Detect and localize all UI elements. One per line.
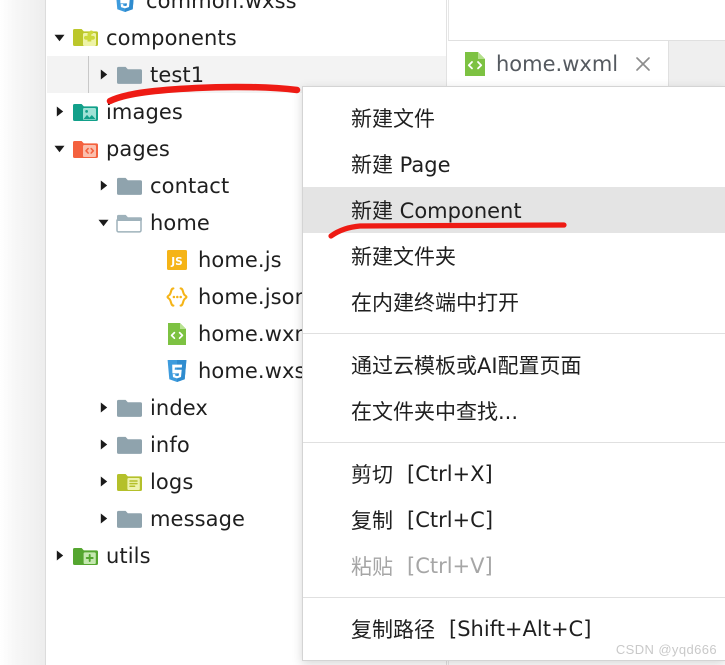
folder-plain-icon [114, 396, 144, 420]
chevron-right-icon[interactable] [92, 475, 114, 488]
menu-item-label: 在内建终端中打开 [351, 291, 519, 315]
chevron-down-icon[interactable] [48, 31, 70, 44]
tree-item-label: home.json [198, 284, 309, 309]
chevron-down-icon[interactable] [48, 142, 70, 155]
csdn-watermark: CSDN @yqd666 [615, 642, 717, 657]
chevron-right-icon[interactable] [48, 549, 70, 562]
folder-plain-icon [114, 63, 144, 87]
chevron-right-icon[interactable] [48, 105, 70, 118]
tree-item-label: info [150, 432, 190, 457]
menu-separator [303, 442, 725, 443]
menu-item-3-2[interactable]: 复制 [Ctrl+C] [303, 497, 725, 543]
menu-item-label: 粘贴 [351, 555, 393, 579]
tree-item-label: message [150, 506, 246, 531]
menu-item-label: 复制 [351, 509, 393, 533]
folder-plain-icon [114, 433, 144, 457]
chevron-right-icon[interactable] [92, 179, 114, 192]
menu-item-label: 通过云模板或AI配置页面 [351, 354, 582, 378]
tree-item-label: pages [106, 136, 170, 161]
menu-item-label: 新建文件夹 [351, 245, 456, 269]
chevron-right-icon[interactable] [92, 438, 114, 451]
menu-item-label: 在文件夹中查找... [351, 400, 519, 424]
menu-item-shortcut: [Ctrl+X] [407, 462, 493, 486]
tree-item-label: home [150, 210, 210, 235]
folder-components-icon [70, 26, 100, 50]
folder-images-icon [70, 100, 100, 124]
tree-item-label: home.wxss [198, 358, 317, 383]
wxml-file-icon [162, 322, 192, 346]
tree-item-label: utils [106, 543, 151, 568]
menu-item-shortcut: [Ctrl+V] [407, 554, 493, 578]
menu-item-1-3[interactable]: 新建 Component [303, 187, 725, 233]
menu-item-2-1[interactable]: 通过云模板或AI配置页面 [303, 342, 725, 388]
menu-item-3-3: 粘贴 [Ctrl+V] [303, 543, 725, 589]
chevron-right-icon[interactable] [92, 68, 114, 81]
menu-item-label: 复制路径 [351, 618, 435, 642]
tree-item-components[interactable]: components [47, 19, 446, 56]
close-icon[interactable] [630, 51, 656, 77]
folder-open-icon [114, 211, 144, 235]
menu-item-1-2[interactable]: 新建 Page [303, 141, 725, 187]
chevron-down-icon[interactable] [92, 216, 114, 229]
editor-tab-label: home.wxml [496, 52, 619, 76]
menu-item-shortcut: [Shift+Alt+C] [449, 617, 592, 641]
folder-pages-icon [70, 137, 100, 161]
wxss-file-icon [110, 0, 140, 13]
folder-utils-icon [70, 544, 100, 568]
tree-item-label: home.js [198, 247, 282, 272]
chevron-right-icon[interactable] [92, 512, 114, 525]
menu-item-label: 新建 Page [351, 153, 451, 177]
menu-item-label: 新建文件 [351, 107, 435, 131]
app-window: common.wxss components test1 images pages con… [0, 0, 725, 665]
menu-item-3-1[interactable]: 剪切 [Ctrl+X] [303, 451, 725, 497]
menu-item-1-4[interactable]: 新建文件夹 [303, 233, 725, 279]
svg-text:JS: JS [170, 256, 182, 268]
folder-plain-icon [114, 507, 144, 531]
tree-item-label: contact [150, 173, 230, 198]
tree-item-common-wxss[interactable]: common.wxss [47, 0, 446, 19]
menu-item-1-1[interactable]: 新建文件 [303, 95, 725, 141]
menu-separator [303, 333, 725, 334]
tree-item-label: components [106, 25, 237, 50]
menu-separator [303, 597, 725, 598]
tree-item-label: index [150, 395, 208, 420]
wxml-file-icon [462, 51, 488, 77]
chevron-right-icon[interactable] [92, 401, 114, 414]
tree-item-label: logs [150, 469, 194, 494]
menu-item-shortcut: [Ctrl+C] [407, 508, 494, 532]
tree-item-label: test1 [150, 62, 205, 87]
activity-bar [0, 0, 46, 665]
editor-toolbar [448, 0, 725, 41]
editor-tab-home-wxml[interactable]: home.wxml [448, 41, 670, 87]
menu-item-2-2[interactable]: 在文件夹中查找... [303, 388, 725, 434]
folder-logs-icon [114, 470, 144, 494]
menu-item-label: 新建 Component [351, 199, 522, 223]
file-tree-context-menu[interactable]: 新建文件新建 Page 新建 Component 新建文件夹在内建终端中打开通过云模… [302, 86, 725, 661]
menu-padding [303, 87, 725, 95]
tree-item-label: images [106, 99, 183, 124]
menu-item-1-5[interactable]: 在内建终端中打开 [303, 279, 725, 325]
editor-tabstrip[interactable]: home.wxml [448, 41, 725, 87]
folder-plain-icon [114, 174, 144, 198]
wxss-file-icon [162, 359, 192, 383]
json-file-icon [162, 285, 192, 309]
menu-item-label: 剪切 [351, 463, 393, 487]
tree-item-label: common.wxss [146, 0, 297, 13]
js-file-icon: JS [162, 248, 192, 272]
indent-guide [88, 56, 89, 93]
